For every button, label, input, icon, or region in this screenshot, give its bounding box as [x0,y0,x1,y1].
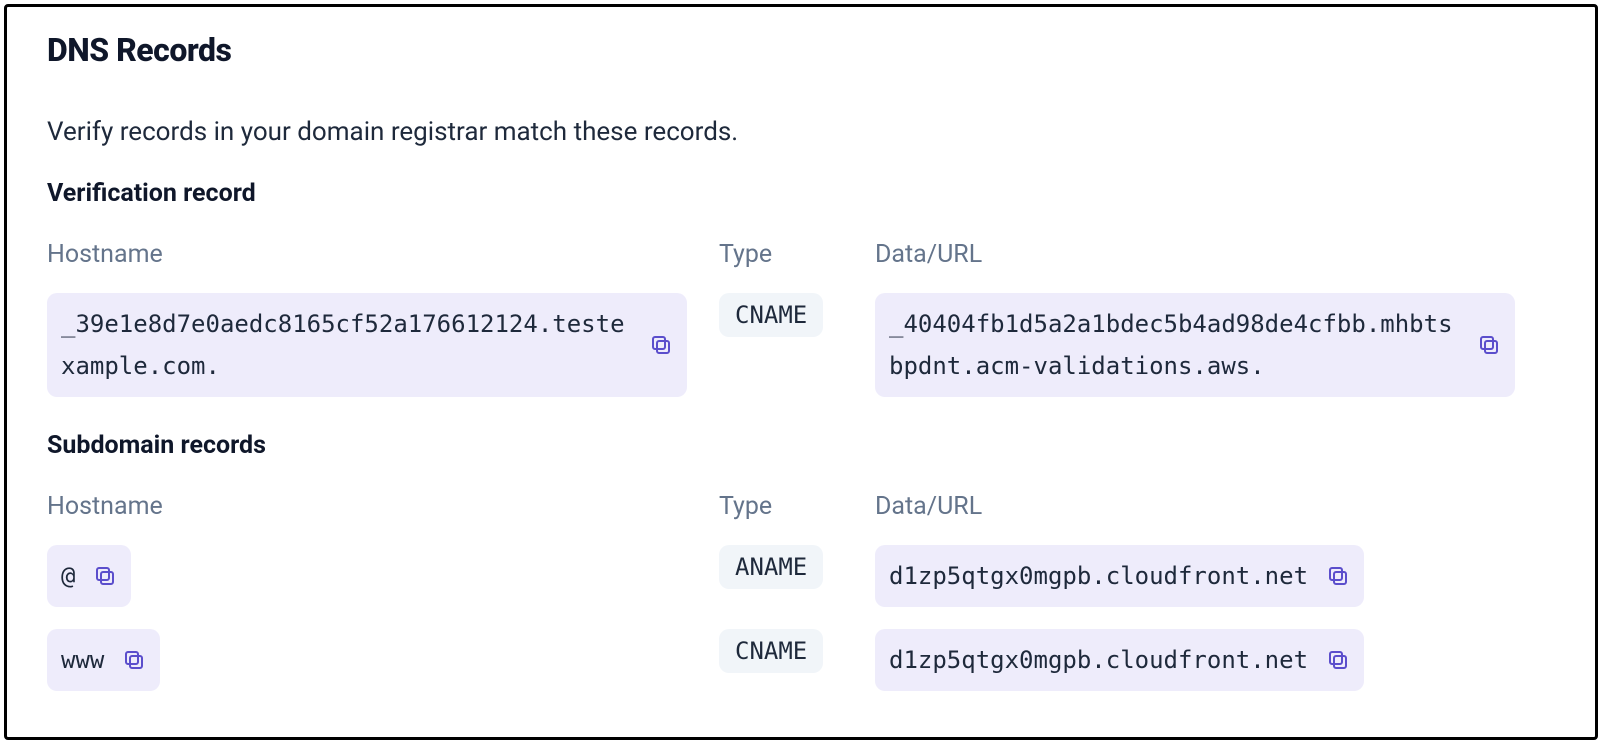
hostname-chip: _39e1e8d7e0aedc8165cf52a176612124.testex… [47,293,687,397]
copy-icon[interactable] [1477,333,1501,357]
copy-icon[interactable] [649,333,673,357]
type-chip: CNAME [719,629,823,673]
type-chip: ANAME [719,545,823,589]
subdomain-row: www CNAME d1zp5qtgx0mgpb.cloudfront.net [47,629,1555,691]
col-header-hostname: Hostname [47,240,719,269]
copy-icon[interactable] [1326,648,1350,672]
data-chip: d1zp5qtgx0mgpb.cloudfront.net [875,629,1364,691]
hostname-value: _39e1e8d7e0aedc8165cf52a176612124.testex… [61,303,631,387]
hostname-value: www [61,639,104,681]
col-header-data: Data/URL [875,492,1555,521]
data-chip: _40404fb1d5a2a1bdec5b4ad98de4cfbb.mhbtsb… [875,293,1515,397]
copy-icon[interactable] [1326,564,1350,588]
col-header-type: Type [719,240,875,269]
copy-icon[interactable] [93,564,117,588]
data-value: _40404fb1d5a2a1bdec5b4ad98de4cfbb.mhbtsb… [889,303,1459,387]
col-header-hostname: Hostname [47,492,719,521]
col-header-data: Data/URL [875,240,1555,269]
page-title: DNS Records [47,31,1555,69]
verification-heading: Verification record [47,179,1555,208]
data-chip: d1zp5qtgx0mgpb.cloudfront.net [875,545,1364,607]
type-chip: CNAME [719,293,823,337]
dns-records-panel: DNS Records Verify records in your domai… [4,4,1598,740]
hostname-value: @ [61,555,75,597]
description-text: Verify records in your domain registrar … [47,117,1555,147]
data-value: d1zp5qtgx0mgpb.cloudfront.net [889,555,1308,597]
subdomain-row: @ ANAME d1zp5qtgx0mgpb.cloudfront.net [47,545,1555,607]
copy-icon[interactable] [122,648,146,672]
subdomain-header-row: Hostname Type Data/URL [47,492,1555,545]
verification-row: _39e1e8d7e0aedc8165cf52a176612124.testex… [47,293,1555,397]
col-header-type: Type [719,492,875,521]
hostname-chip: www [47,629,160,691]
verification-header-row: Hostname Type Data/URL [47,240,1555,293]
subdomain-heading: Subdomain records [47,431,1555,460]
subdomain-rows: @ ANAME d1zp5qtgx0mgpb.cloudfront.net [47,545,1555,691]
hostname-chip: @ [47,545,131,607]
data-value: d1zp5qtgx0mgpb.cloudfront.net [889,639,1308,681]
